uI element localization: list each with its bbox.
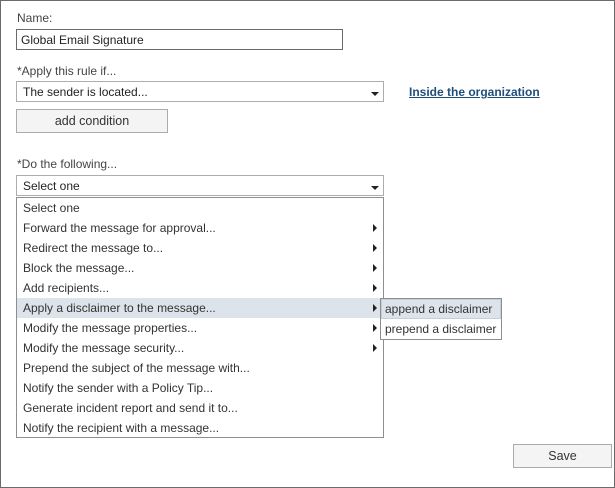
dropdown-option-label: Select one [23,201,80,215]
dropdown-option-label: Generate incident report and send it to.… [23,401,238,415]
chevron-right-icon [373,304,377,312]
dropdown-option[interactable]: Generate incident report and send it to.… [17,398,383,418]
action-select[interactable]: Select one [16,175,384,196]
dropdown-option-label: Notify the sender with a Policy Tip... [23,381,214,395]
chevron-right-icon [373,284,377,292]
dropdown-option[interactable]: Prepend the subject of the message with.… [17,358,383,378]
dropdown-option-label: Block the message... [23,261,135,275]
dropdown-option[interactable]: Apply a disclaimer to the message... [17,298,383,318]
save-button[interactable]: Save [513,444,612,468]
dropdown-option[interactable]: Redirect the message to... [17,238,383,258]
dropdown-option[interactable]: Add recipients... [17,278,383,298]
chevron-right-icon [373,344,377,352]
submenu-option[interactable]: append a disclaimer [381,299,501,319]
dropdown-option-label: Modify the message security... [23,341,185,355]
action-dropdown-list: Select one Forward the message for approv… [16,197,384,438]
dropdown-option[interactable]: Modify the message properties... [17,318,383,338]
chevron-down-icon [371,92,379,96]
dropdown-option-label: Modify the message properties... [23,321,198,335]
condition-value-link[interactable]: Inside the organization [409,85,540,99]
chevron-right-icon [373,224,377,232]
add-condition-button[interactable]: add condition [16,109,168,133]
apply-rule-label: *Apply this rule if... [17,64,117,78]
dropdown-option[interactable]: Notify the recipient with a message... [17,418,383,438]
dropdown-option-label: Forward the message for approval... [23,221,216,235]
disclaimer-submenu: append a disclaimer prepend a disclaimer [380,298,502,340]
name-input[interactable]: Global Email Signature [16,29,343,50]
dropdown-option[interactable]: Block the message... [17,258,383,278]
dropdown-option-label: Add recipients... [23,281,110,295]
condition-select[interactable]: The sender is located... [16,81,384,102]
chevron-right-icon [373,324,377,332]
name-label: Name: [17,11,53,25]
condition-select-value: The sender is located... [23,85,148,99]
submenu-option[interactable]: prepend a disclaimer [381,319,501,339]
do-following-label: *Do the following... [17,157,118,171]
chevron-down-icon [371,186,379,190]
dropdown-option-label: Prepend the subject of the message with.… [23,361,250,375]
chevron-right-icon [373,244,377,252]
dropdown-option-label: Redirect the message to... [23,241,164,255]
dropdown-option-label: Apply a disclaimer to the message... [23,301,216,315]
dropdown-option[interactable]: Notify the sender with a Policy Tip... [17,378,383,398]
dropdown-option-label: Notify the recipient with a message... [23,421,220,435]
action-select-value: Select one [23,179,80,193]
chevron-right-icon [373,264,377,272]
dropdown-option[interactable]: Forward the message for approval... [17,218,383,238]
dropdown-option[interactable]: Select one [17,198,383,218]
dropdown-option[interactable]: Modify the message security... [17,338,383,358]
